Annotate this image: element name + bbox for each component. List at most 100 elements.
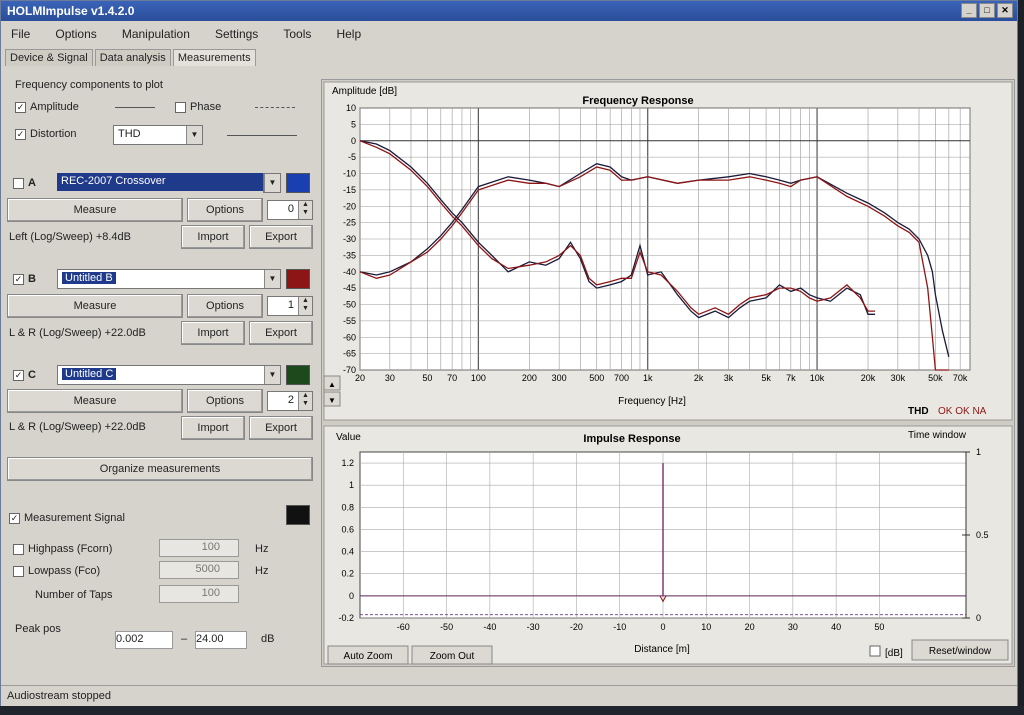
- freq-x-tick-label: 7k: [786, 373, 796, 383]
- measurement-signal-checkbox[interactable]: ✓: [9, 512, 20, 524]
- freq-title: Frequency Response: [582, 95, 693, 107]
- freq-x-tick-label: 1k: [643, 373, 653, 383]
- tab-data-analysis[interactable]: Data analysis: [94, 49, 171, 66]
- status-bar: Audiostream stopped: [1, 685, 1017, 707]
- menu-tools[interactable]: Tools: [283, 27, 311, 41]
- impulse-x-tick-label: 10: [701, 622, 711, 632]
- impulse-right-tick-label: 0.5: [976, 530, 989, 540]
- menu-manipulation[interactable]: Manipulation: [122, 27, 190, 41]
- channel-a-checkbox[interactable]: [13, 177, 24, 189]
- impulse-y-tick-label: 1.2: [341, 458, 354, 468]
- channel-a-options-button[interactable]: Options: [187, 198, 263, 222]
- channel-b-export-button[interactable]: Export: [249, 321, 313, 345]
- channel-a-import-button[interactable]: Import: [181, 225, 245, 249]
- channel-c-import-button[interactable]: Import: [181, 416, 245, 440]
- lowpass-input[interactable]: 5000: [159, 561, 239, 579]
- arrow-up-icon: ▲: [328, 380, 336, 389]
- impulse-y-tick-label: 0: [349, 591, 354, 601]
- tab-measurements[interactable]: Measurements: [172, 49, 256, 66]
- freq-x-tick-label: 30k: [891, 373, 906, 383]
- legend-prefix: THD: [908, 406, 929, 417]
- freq-x-tick-label: 10k: [810, 373, 825, 383]
- freq-y-tick-label: -25: [343, 218, 356, 228]
- channel-c-color-swatch[interactable]: [286, 365, 310, 385]
- channel-c-name-select[interactable]: Untitled C ▼: [57, 365, 281, 385]
- freq-y-tick-label: 0: [351, 136, 356, 146]
- freq-y-tick-label: -60: [343, 332, 356, 342]
- freq-y-tick-label: -65: [343, 349, 356, 359]
- channel-a-info: Left (Log/Sweep) +8.4dB: [9, 231, 131, 243]
- channel-c-spinner[interactable]: 2 ▲ ▼: [267, 391, 313, 411]
- channel-a-name-select[interactable]: REC-2007 Crossover: [57, 173, 279, 191]
- phase-checkbox[interactable]: [175, 101, 186, 113]
- spinner-arrows-icon[interactable]: ▲ ▼: [298, 392, 312, 410]
- channel-a-measure-button[interactable]: Measure: [7, 198, 183, 222]
- distortion-label: Distortion: [30, 128, 77, 140]
- channel-b-name-select[interactable]: Untitled B ▼: [57, 269, 281, 289]
- impulse-ylabel: Value: [336, 432, 361, 443]
- amplitude-checkbox[interactable]: ✓: [15, 101, 26, 113]
- menu-options[interactable]: Options: [55, 27, 96, 41]
- impulse-x-tick-label: -50: [440, 622, 453, 632]
- minimize-button[interactable]: _: [961, 3, 977, 18]
- menu-help[interactable]: Help: [336, 27, 361, 41]
- impulse-title: Impulse Response: [583, 433, 680, 445]
- channel-b-options-button[interactable]: Options: [187, 294, 263, 318]
- spinner-arrows-icon[interactable]: ▲ ▼: [298, 297, 312, 315]
- impulse-y-tick-label: 1: [349, 480, 354, 490]
- db-checkbox[interactable]: [869, 645, 881, 657]
- chevron-down-icon: ▼: [264, 174, 280, 192]
- channel-b-color-swatch[interactable]: [286, 269, 310, 289]
- freq-y-tick-label: -40: [343, 267, 356, 277]
- freq-xlabel: Frequency [Hz]: [618, 396, 686, 407]
- maximize-button[interactable]: □: [979, 3, 995, 18]
- peak-to-input[interactable]: 24.00: [195, 631, 247, 649]
- lowpass-checkbox[interactable]: [13, 565, 24, 577]
- legend-curves: OK OK NA: [938, 406, 987, 417]
- freq-ylabel: Amplitude [dB]: [332, 86, 397, 97]
- channel-a-export-button[interactable]: Export: [249, 225, 313, 249]
- highpass-input[interactable]: 100: [159, 539, 239, 557]
- distortion-select[interactable]: THD ▼: [113, 125, 203, 145]
- menu-file[interactable]: File: [11, 27, 30, 41]
- menu-settings[interactable]: Settings: [215, 27, 258, 41]
- channel-c-checkbox[interactable]: ✓: [13, 369, 24, 381]
- impulse-y-tick-label: 0.2: [341, 569, 354, 579]
- left-panel: Frequency components to plot ✓ Amplitude …: [5, 71, 317, 681]
- channel-c-export-button[interactable]: Export: [249, 416, 313, 440]
- channel-a-color-swatch[interactable]: [286, 173, 310, 193]
- highpass-label: Highpass (Fcorn): [28, 543, 113, 555]
- distortion-checkbox[interactable]: ✓: [15, 128, 26, 140]
- phase-label: Phase: [190, 101, 222, 113]
- arrow-down-icon: ▼: [328, 396, 336, 405]
- close-button[interactable]: ✕: [997, 3, 1013, 18]
- channel-b-import-button[interactable]: Import: [181, 321, 245, 345]
- channel-b-info: L & R (Log/Sweep) +22.0dB: [9, 327, 146, 339]
- impulse-x-tick-label: 50: [874, 622, 884, 632]
- channel-c-options-button[interactable]: Options: [187, 389, 263, 413]
- channel-b-checkbox[interactable]: ✓: [13, 273, 24, 285]
- freq-y-tick-label: -20: [343, 201, 356, 211]
- channel-c-measure-button[interactable]: Measure: [7, 389, 183, 413]
- freq-x-tick-label: 5k: [761, 373, 771, 383]
- channel-a-spinner[interactable]: 0 ▲ ▼: [267, 200, 313, 220]
- tab-device-signal[interactable]: Device & Signal: [5, 49, 93, 66]
- taps-input[interactable]: 100: [159, 585, 239, 603]
- impulse-right-tick-label: 0: [976, 613, 981, 623]
- measurement-signal-label: Measurement Signal: [24, 512, 125, 524]
- freq-y-tick-label: -45: [343, 283, 356, 293]
- highpass-checkbox[interactable]: [13, 543, 24, 555]
- channel-b-spinner[interactable]: 1 ▲ ▼: [267, 296, 313, 316]
- freq-components-label: Frequency components to plot: [15, 79, 163, 91]
- channel-a-dropdown[interactable]: ▼: [263, 173, 281, 193]
- freq-y-tick-label: -15: [343, 185, 356, 195]
- impulse-x-tick-label: -30: [527, 622, 540, 632]
- channel-c-letter: C: [28, 369, 36, 381]
- organize-measurements-button[interactable]: Organize measurements: [7, 457, 313, 481]
- measurement-signal-color-swatch[interactable]: [286, 505, 310, 525]
- impulse-y-tick-label: -0.2: [338, 613, 354, 623]
- spinner-arrows-icon[interactable]: ▲ ▼: [298, 201, 312, 219]
- freq-x-tick-label: 20: [355, 373, 365, 383]
- peak-from-input[interactable]: 0.002: [115, 631, 173, 649]
- channel-b-measure-button[interactable]: Measure: [7, 294, 183, 318]
